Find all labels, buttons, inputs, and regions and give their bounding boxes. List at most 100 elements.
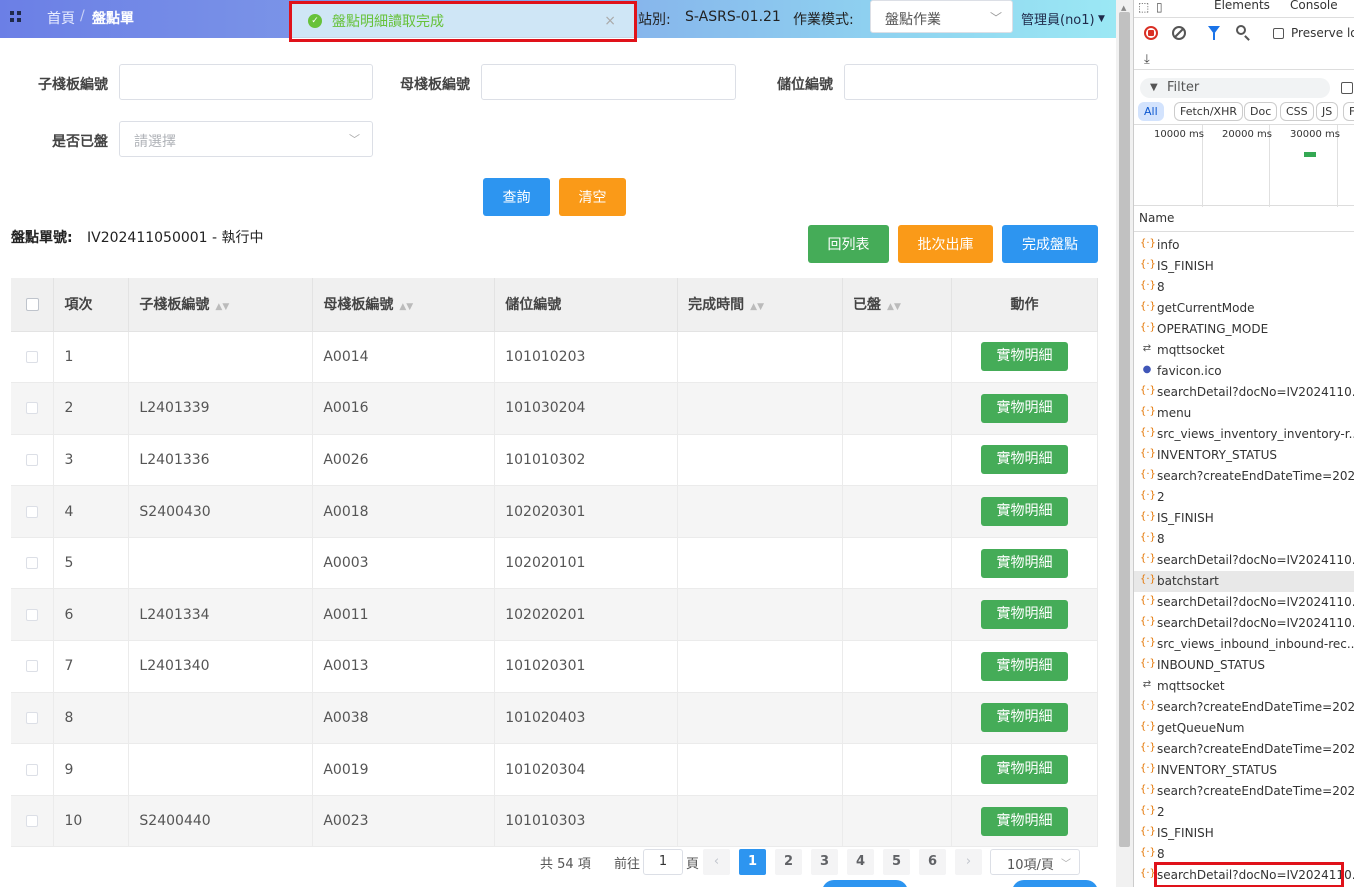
stop-recording-icon[interactable] (1144, 26, 1158, 40)
row-checkbox[interactable] (26, 350, 39, 363)
detail-button[interactable]: 實物明細 (980, 600, 1068, 630)
chip-doc[interactable]: Doc (1244, 102, 1278, 121)
row-checkbox[interactable] (26, 505, 39, 518)
request-row[interactable]: {·} searchDetail?docNo=IV2024110... (1134, 592, 1354, 613)
clear-icon[interactable] (1172, 26, 1186, 40)
column-header-child-board[interactable]: 子棧板編號 ▲▼ (128, 278, 314, 332)
batch-outbound-button[interactable]: 批次出庫 (898, 225, 993, 263)
filter-icon[interactable] (1208, 26, 1220, 40)
sort-icon[interactable]: ▲▼ (399, 302, 413, 312)
row-checkbox[interactable] (26, 763, 39, 776)
row-checkbox[interactable] (26, 608, 39, 621)
detail-button[interactable]: 實物明細 (980, 548, 1068, 578)
chip-font[interactable]: F (1343, 102, 1354, 121)
back-to-list-button[interactable]: 回列表 (808, 225, 889, 263)
counted-select[interactable]: 請選擇 ﹀ (119, 121, 373, 157)
request-row[interactable]: {·} IS_FINISH (1134, 823, 1354, 844)
page-button-1[interactable]: 1 (739, 849, 766, 875)
pagination-goto-input[interactable]: 1 (643, 849, 683, 875)
child-board-input[interactable] (119, 64, 373, 100)
request-row[interactable]: {·} search?createEndDateTime=202... (1134, 697, 1354, 718)
network-filter-input[interactable]: ▼ Filter (1140, 78, 1330, 98)
preserve-log-checkbox[interactable] (1273, 28, 1284, 39)
next-page-button[interactable]: › (955, 849, 982, 875)
request-row[interactable]: {·} INVENTORY_STATUS (1134, 760, 1354, 781)
caret-down-icon[interactable]: ▼ (1098, 14, 1105, 24)
request-row[interactable]: ⇄ mqttsocket (1134, 676, 1354, 697)
request-row[interactable]: {·} IS_FINISH (1134, 508, 1354, 529)
page-scrollbar[interactable]: ▲ (1116, 0, 1133, 887)
network-timeline[interactable]: 10000 ms 20000 ms 30000 ms (1134, 124, 1354, 207)
request-row[interactable]: {·} searchDetail?docNo=IV2024110... (1134, 382, 1354, 403)
column-header-counted[interactable]: 已盤 ▲▼ (842, 278, 952, 332)
device-toggle-icon[interactable]: ▯ (1156, 0, 1163, 14)
sort-icon[interactable]: ▲▼ (215, 302, 229, 312)
detail-button[interactable]: 實物明細 (980, 342, 1068, 372)
tab-console[interactable]: Console (1290, 0, 1338, 12)
row-checkbox[interactable] (26, 557, 39, 570)
request-row[interactable]: {·} info (1134, 235, 1354, 256)
request-row[interactable]: {·} 2 (1134, 487, 1354, 508)
location-input[interactable] (844, 64, 1098, 100)
mode-select[interactable]: 盤點作業 ﹀ (870, 0, 1013, 33)
prev-page-button[interactable]: ‹ (703, 849, 730, 875)
request-row[interactable]: {·} getQueueNum (1134, 718, 1354, 739)
column-header-finish-time[interactable]: 完成時間 ▲▼ (677, 278, 844, 332)
chip-css[interactable]: CSS (1280, 102, 1314, 121)
tab-elements[interactable]: Elements (1214, 0, 1270, 12)
request-row[interactable]: {·} searchDetail?docNo=IV2024110... (1134, 550, 1354, 571)
scrollbar-thumb[interactable] (1119, 12, 1130, 847)
scroll-up-arrow-icon[interactable]: ▲ (1121, 4, 1126, 12)
bottom-button-partial[interactable] (822, 880, 908, 887)
request-row[interactable]: {·} getCurrentMode (1134, 298, 1354, 319)
detail-button[interactable]: 實物明細 (980, 651, 1068, 681)
request-row[interactable]: {·} INVENTORY_STATUS (1134, 445, 1354, 466)
request-row[interactable]: {·} batchstart (1134, 571, 1354, 592)
request-row[interactable]: {·} searchDetail?docNo=IV2024110... (1134, 613, 1354, 634)
request-row[interactable]: {·} src_views_inbound_inbound-rec... (1134, 634, 1354, 655)
chip-fetch-xhr[interactable]: Fetch/XHR (1174, 102, 1243, 121)
select-all-checkbox[interactable] (25, 297, 39, 311)
user-menu[interactable]: 管理員(no1) (1021, 9, 1095, 28)
row-checkbox[interactable] (26, 402, 39, 415)
request-row[interactable]: ● favicon.ico (1134, 361, 1354, 382)
chip-js[interactable]: JS (1316, 102, 1339, 121)
page-button-6[interactable]: 6 (919, 849, 946, 875)
search-button[interactable]: 查詢 (483, 178, 550, 216)
page-button-4[interactable]: 4 (847, 849, 874, 875)
page-button-5[interactable]: 5 (883, 849, 910, 875)
request-list-header[interactable]: Name (1134, 206, 1354, 232)
request-row[interactable]: {·} INBOUND_STATUS (1134, 655, 1354, 676)
detail-button[interactable]: 實物明細 (980, 755, 1068, 785)
detail-button[interactable]: 實物明細 (980, 497, 1068, 527)
breadcrumb-home[interactable]: 首頁 (47, 8, 75, 28)
parent-board-input[interactable] (481, 64, 736, 100)
row-checkbox[interactable] (26, 711, 39, 724)
request-row[interactable]: {·} IS_FINISH (1134, 256, 1354, 277)
request-row[interactable]: {·} OPERATING_MODE (1134, 319, 1354, 340)
bottom-button-partial[interactable] (1012, 880, 1098, 887)
column-header-parent-board[interactable]: 母棧板編號 ▲▼ (312, 278, 496, 332)
chip-all[interactable]: All (1138, 102, 1164, 121)
row-checkbox[interactable] (26, 815, 39, 828)
page-button-2[interactable]: 2 (775, 849, 802, 875)
clear-button[interactable]: 清空 (559, 178, 626, 216)
request-row[interactable]: ⇄ mqttsocket (1134, 340, 1354, 361)
page-size-select[interactable]: 10項/頁 ﹀ (990, 849, 1080, 875)
grid-icon[interactable] (10, 11, 22, 23)
detail-button[interactable]: 實物明細 (980, 703, 1068, 733)
download-icon[interactable]: ⤓ (1144, 52, 1150, 67)
request-row[interactable]: {·} 8 (1134, 529, 1354, 550)
invert-filter-checkbox[interactable] (1341, 82, 1353, 94)
request-row[interactable]: {·} 8 (1134, 277, 1354, 298)
request-row[interactable]: {·} search?createEndDateTime=202... (1134, 466, 1354, 487)
detail-button[interactable]: 實物明細 (980, 445, 1068, 475)
row-checkbox[interactable] (26, 453, 39, 466)
detail-button[interactable]: 實物明細 (980, 806, 1068, 836)
request-row[interactable]: {·} search?createEndDateTime=202... (1134, 739, 1354, 760)
detail-button[interactable]: 實物明細 (980, 393, 1068, 423)
row-checkbox[interactable] (26, 660, 39, 673)
finish-count-button[interactable]: 完成盤點 (1002, 225, 1098, 263)
request-row[interactable]: {·} menu (1134, 403, 1354, 424)
inspect-icon[interactable]: ⬚ (1138, 0, 1149, 14)
